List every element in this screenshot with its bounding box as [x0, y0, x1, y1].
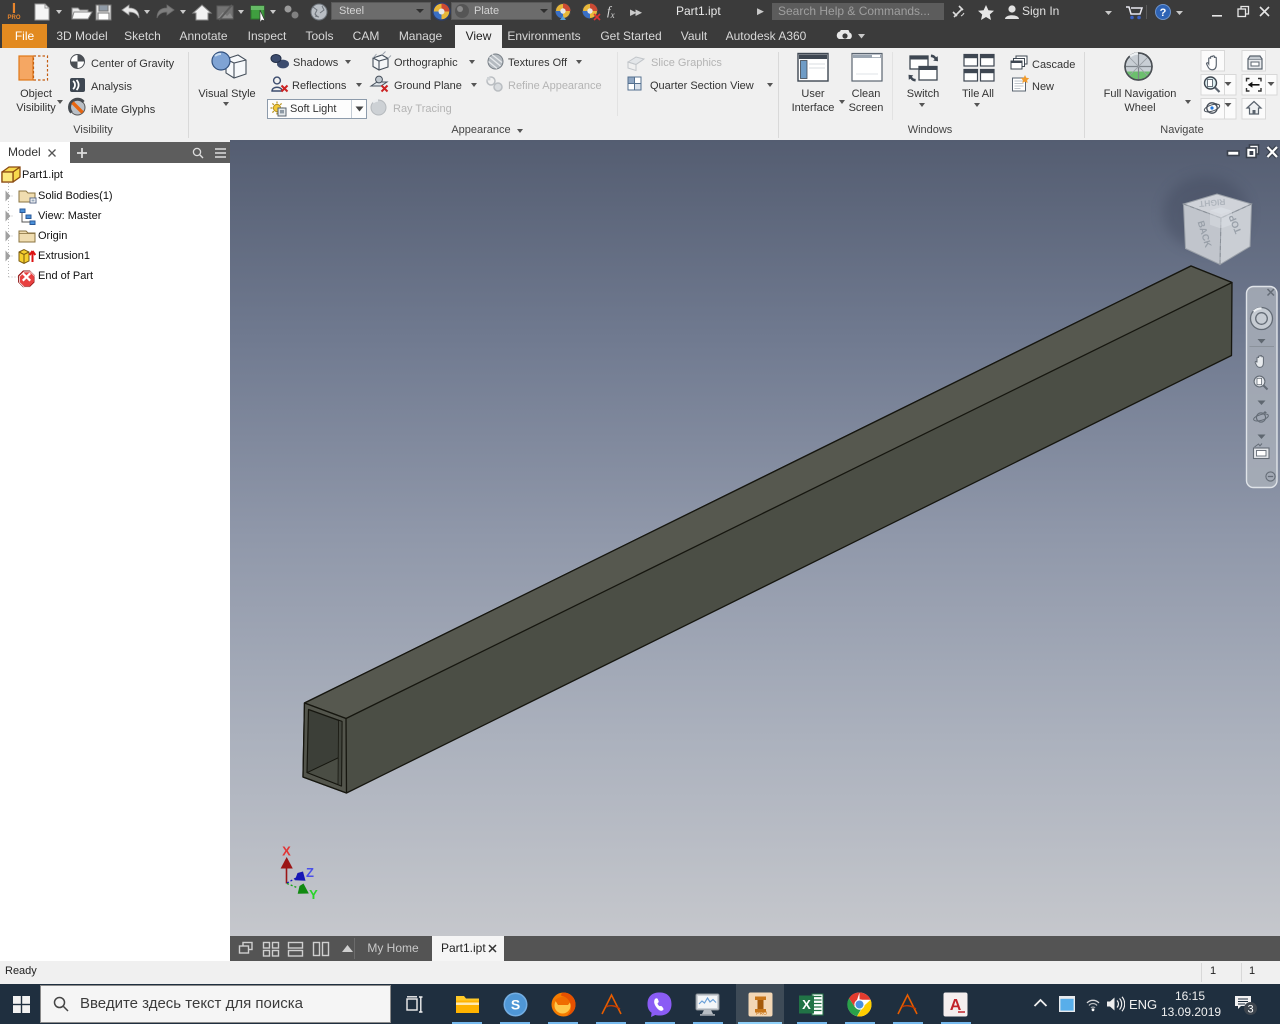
svg-text:3: 3 [1247, 1004, 1253, 1016]
svg-text:?: ? [1160, 7, 1167, 19]
svg-text:S: S [511, 997, 520, 1013]
svg-text:X: X [802, 997, 811, 1012]
svg-text:X: X [282, 844, 291, 859]
svg-text:Y: Y [309, 887, 318, 902]
svg-text:Z: Z [306, 865, 314, 880]
svg-text:PRO: PRO [756, 1011, 767, 1017]
